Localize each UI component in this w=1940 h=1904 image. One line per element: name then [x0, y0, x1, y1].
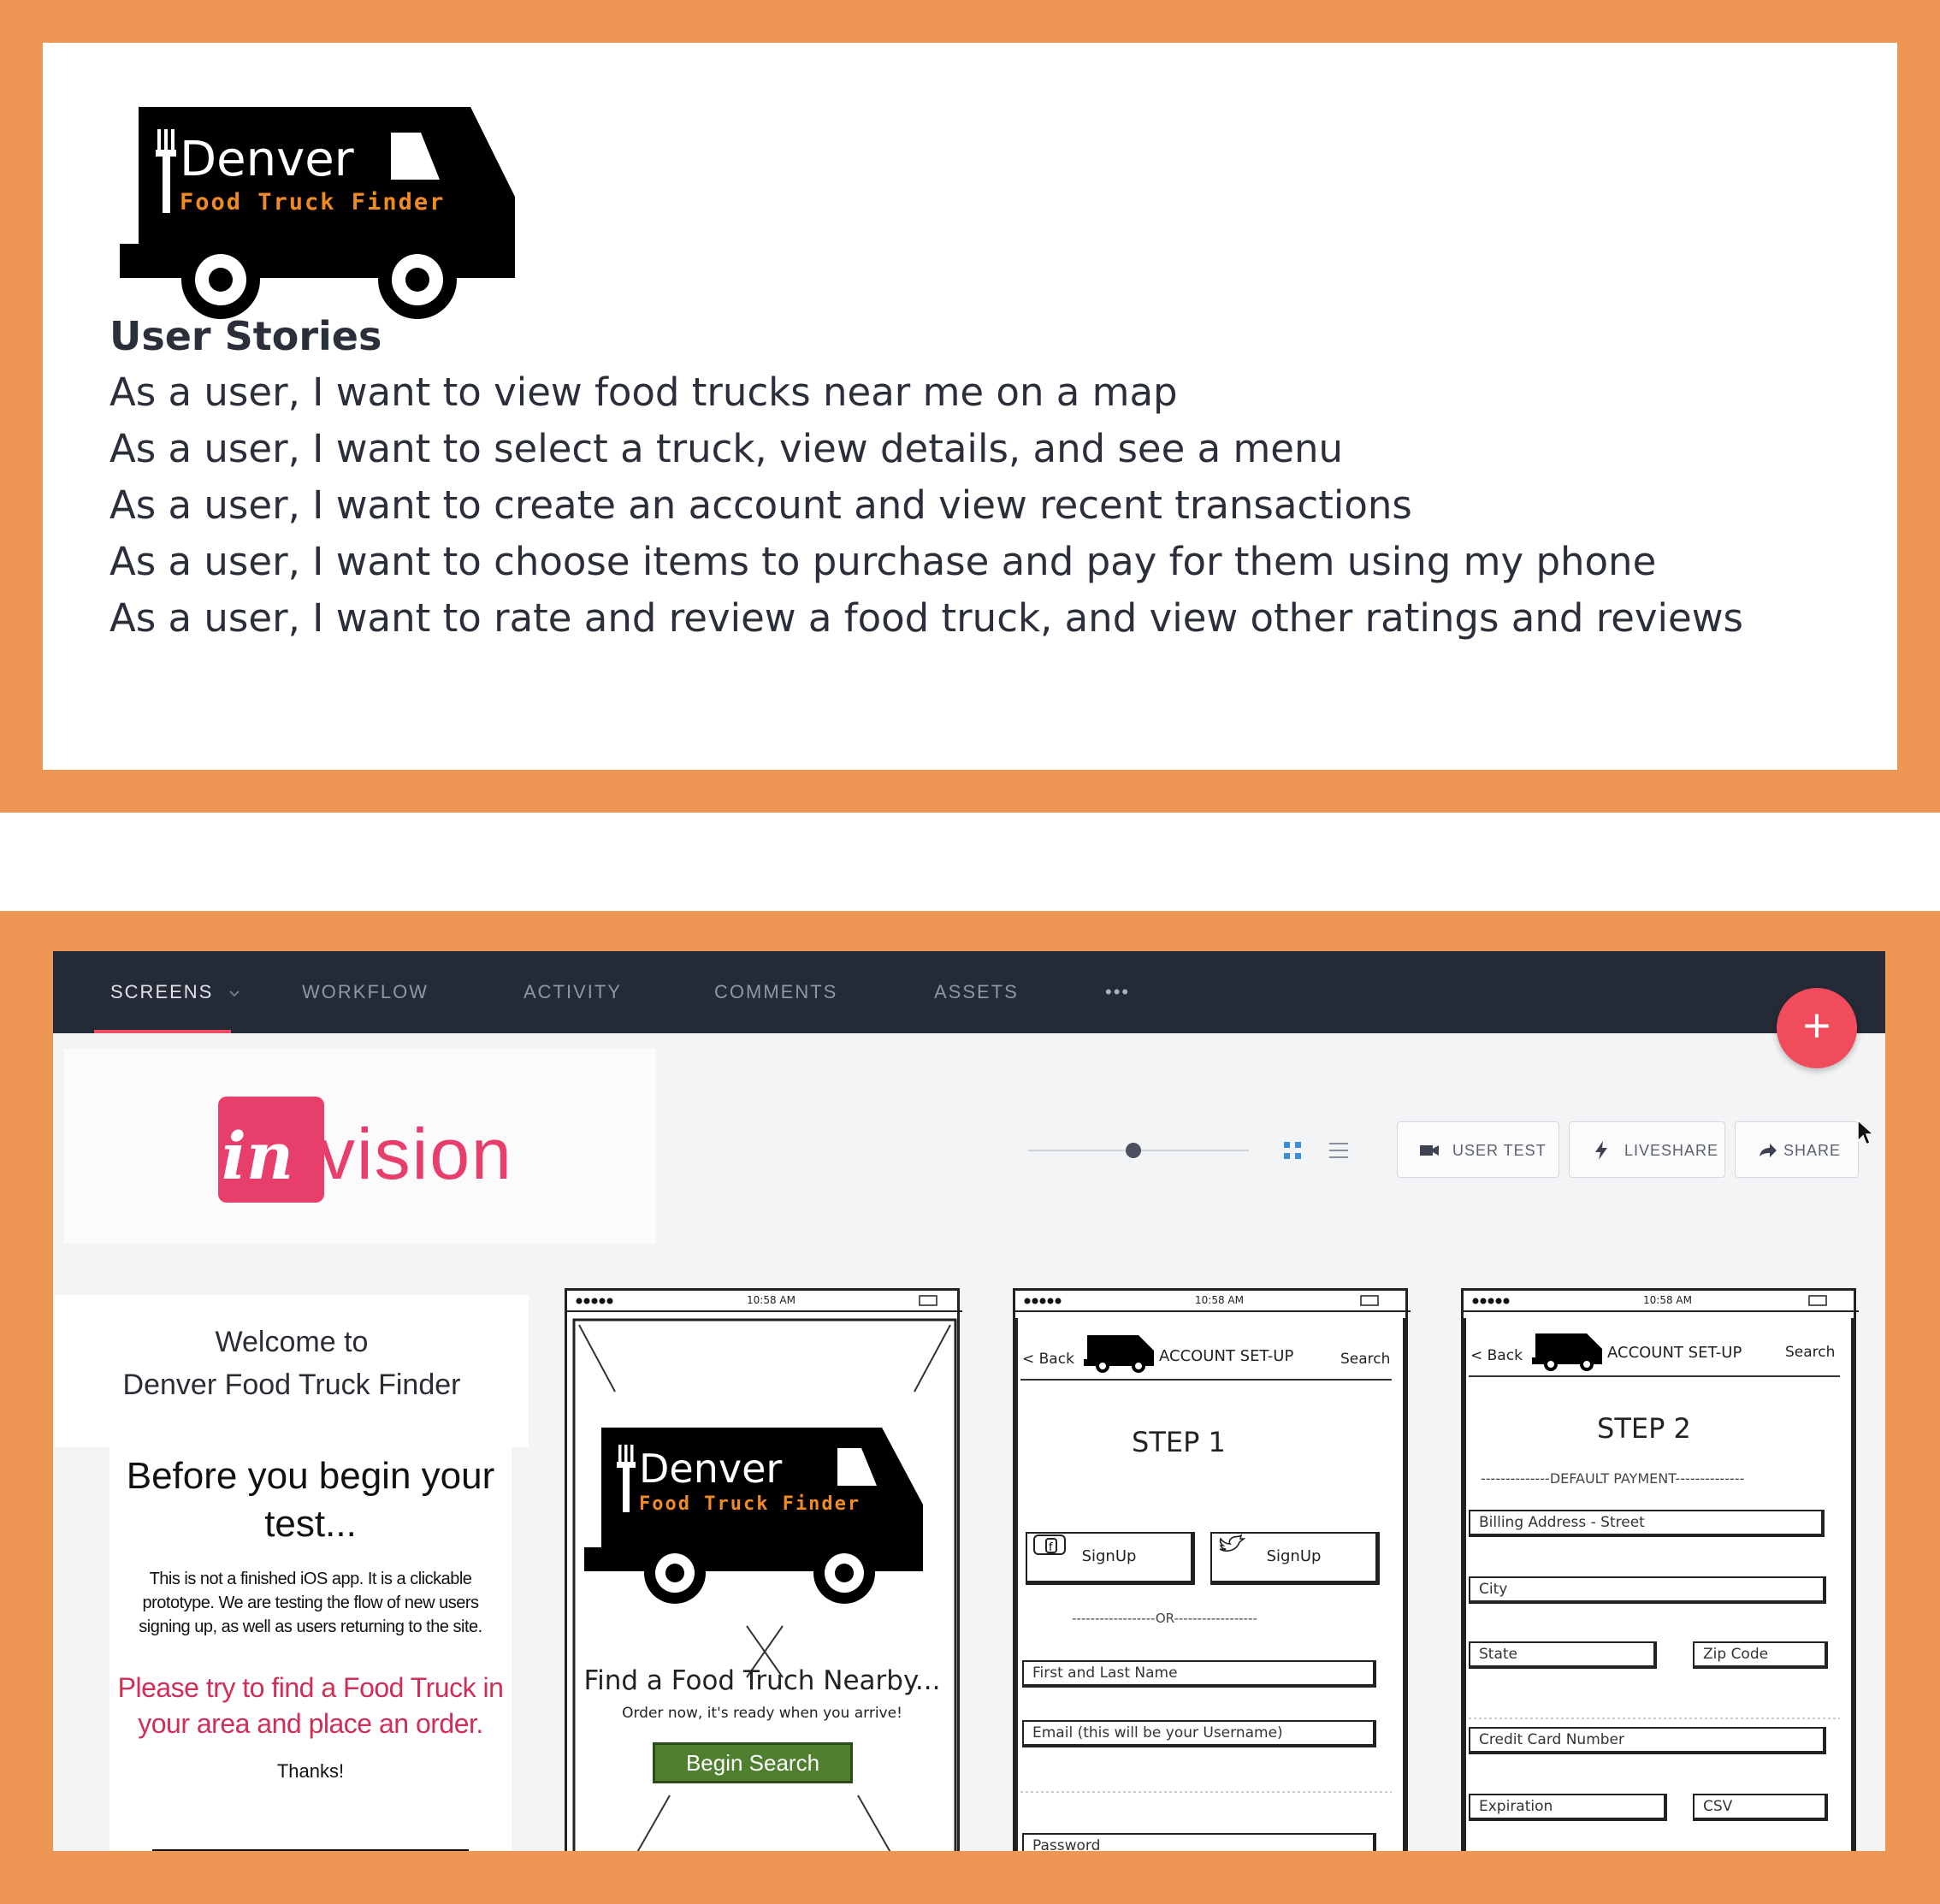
credit-card-field[interactable]: Credit Card Number	[1469, 1727, 1826, 1754]
state-field[interactable]: State	[1469, 1641, 1657, 1669]
food-truck-logo: Denver Food Truck Finder	[120, 107, 515, 319]
tab-assets[interactable]: ASSETS	[934, 951, 1019, 1033]
user-stories-card: Denver Food Truck Finder User Stories As…	[43, 43, 1897, 770]
name-field[interactable]: First and Last Name	[1022, 1660, 1376, 1688]
tab-workflow[interactable]: WORKFLOW	[302, 951, 429, 1033]
step2-header-logo-icon	[1532, 1333, 1602, 1371]
instructions-call-to-action: Please try to find a Food Truck in your …	[117, 1672, 504, 1739]
zip-code-field[interactable]: Zip Code	[1693, 1641, 1828, 1669]
user-test-button[interactable]: USER TEST	[1397, 1121, 1559, 1178]
screen-account-step-1[interactable]: 10:58 AM < Back ACCOUNT SET-UP Search ST…	[1013, 1288, 1411, 1851]
step2-search-link[interactable]: Search	[1785, 1344, 1835, 1361]
invision-logo: in vision	[218, 1097, 513, 1203]
mouse-cursor-icon	[1857, 1119, 1875, 1146]
step2-title: STEP 2	[1597, 1412, 1691, 1445]
step1-search-link[interactable]: Search	[1340, 1351, 1390, 1368]
logo-line1: Denver	[180, 132, 355, 187]
svg-text:in: in	[222, 1118, 293, 1194]
more-menu-icon[interactable]: •••	[1105, 951, 1130, 1033]
step1-title: STEP 1	[1132, 1426, 1226, 1458]
home-headline: Find a Food Truch Nearby...	[583, 1665, 941, 1696]
home-truck-logo: Denver Food Truck Finder	[584, 1428, 923, 1604]
list-view-icon[interactable]	[1328, 1139, 1350, 1162]
tab-activity[interactable]: ACTIVITY	[523, 951, 622, 1033]
svg-text:f: f	[1049, 1541, 1053, 1554]
or-divider: ------------------OR------------------	[1072, 1611, 1257, 1626]
user-story-4: As a user, I want to choose items to pur…	[109, 539, 1657, 584]
step1-back-link[interactable]: < Back	[1022, 1351, 1074, 1368]
step2-wireframe	[1464, 1295, 1859, 1851]
welcome-line1: Welcome to	[215, 1326, 369, 1358]
signup-twitter-button[interactable]: SignUp	[1210, 1532, 1380, 1585]
user-story-2: As a user, I want to select a truck, vie…	[109, 426, 1344, 471]
tab-comments[interactable]: COMMENTS	[714, 951, 837, 1033]
twitter-bird-icon	[1219, 1534, 1246, 1552]
video-camera-icon	[1420, 1145, 1439, 1156]
city-field[interactable]: City	[1469, 1576, 1826, 1604]
default-payment-section: --------------DEFAULT PAYMENT-----------…	[1481, 1470, 1745, 1487]
lightning-icon	[1595, 1141, 1607, 1160]
user-stories: User Stories As a user, I want to view f…	[109, 308, 1743, 647]
share-arrow-icon	[1760, 1144, 1777, 1157]
share-button[interactable]: SHARE	[1735, 1121, 1859, 1178]
welcome-header: Welcome to Denver Food Truck Finder	[55, 1295, 529, 1447]
zoom-slider-handle[interactable]	[1126, 1143, 1141, 1158]
instructions-text: This is not a finished iOS app. It is a …	[139, 1570, 482, 1636]
screen-home[interactable]: Denver Food Truck Finder Find a Food Tru…	[565, 1288, 962, 1851]
status-time: 10:58 AM	[1643, 1294, 1692, 1306]
user-story-5: As a user, I want to rate and review a f…	[109, 595, 1743, 641]
active-tab-indicator	[94, 1030, 231, 1033]
liveshare-button[interactable]: LIVESHARE	[1569, 1121, 1725, 1178]
begin-search-button[interactable]: Begin Search	[653, 1742, 853, 1783]
welcome-line2: Denver Food Truck Finder	[122, 1369, 461, 1401]
chevron-down-icon	[229, 990, 240, 997]
status-time: 10:58 AM	[747, 1294, 796, 1306]
invision-app: SCREENS WORKFLOW ACTIVITY COMMENTS ASSET…	[53, 951, 1885, 1851]
logo-line2: Food Truck Finder	[180, 189, 445, 216]
step2-back-link[interactable]: < Back	[1470, 1347, 1523, 1364]
screen-account-step-2[interactable]: 10:58 AM < Back ACCOUNT SET-UP Search ST…	[1461, 1288, 1859, 1851]
add-screen-button[interactable]: +	[1777, 988, 1857, 1068]
email-field[interactable]: Email (this will be your Username)	[1022, 1720, 1376, 1747]
svg-text:vision: vision	[319, 1114, 513, 1194]
user-story-1: As a user, I want to view food trucks ne…	[109, 370, 1178, 415]
user-story-3: As a user, I want to create an account a…	[109, 482, 1412, 528]
step2-header-title: ACCOUNT SET-UP	[1607, 1344, 1742, 1362]
home-subtext: Order now, it's ready when you arrive!	[622, 1705, 902, 1722]
user-stories-title: User Stories	[109, 313, 382, 359]
top-navigation: SCREENS WORKFLOW ACTIVITY COMMENTS ASSET…	[53, 951, 1885, 1033]
welcome-instructions[interactable]: Before you begin your test... This is no…	[109, 1447, 512, 1851]
svg-text:Denver: Denver	[639, 1446, 782, 1492]
step1-header-title: ACCOUNT SET-UP	[1159, 1347, 1294, 1365]
facebook-icon: f	[1033, 1534, 1066, 1555]
tab-screens[interactable]: SCREENS	[110, 951, 240, 1033]
step1-header-logo-icon	[1084, 1335, 1154, 1373]
instructions-thanks: Thanks!	[276, 1760, 345, 1782]
instructions-title: Before you begin your test...	[126, 1455, 495, 1545]
status-time: 10:58 AM	[1195, 1294, 1244, 1306]
svg-text:Food Truck Finder: Food Truck Finder	[639, 1493, 861, 1515]
instructions-divider	[152, 1849, 469, 1851]
billing-street-field[interactable]: Billing Address - Street	[1469, 1510, 1825, 1537]
password-field[interactable]: Password	[1022, 1833, 1376, 1851]
expiration-field[interactable]: Expiration	[1469, 1794, 1667, 1821]
signup-facebook-button[interactable]: SignUp f	[1026, 1532, 1195, 1585]
csv-field[interactable]: CSV	[1693, 1794, 1828, 1821]
invision-logo-panel: in vision	[64, 1049, 656, 1244]
grid-view-icon[interactable]	[1281, 1139, 1304, 1162]
